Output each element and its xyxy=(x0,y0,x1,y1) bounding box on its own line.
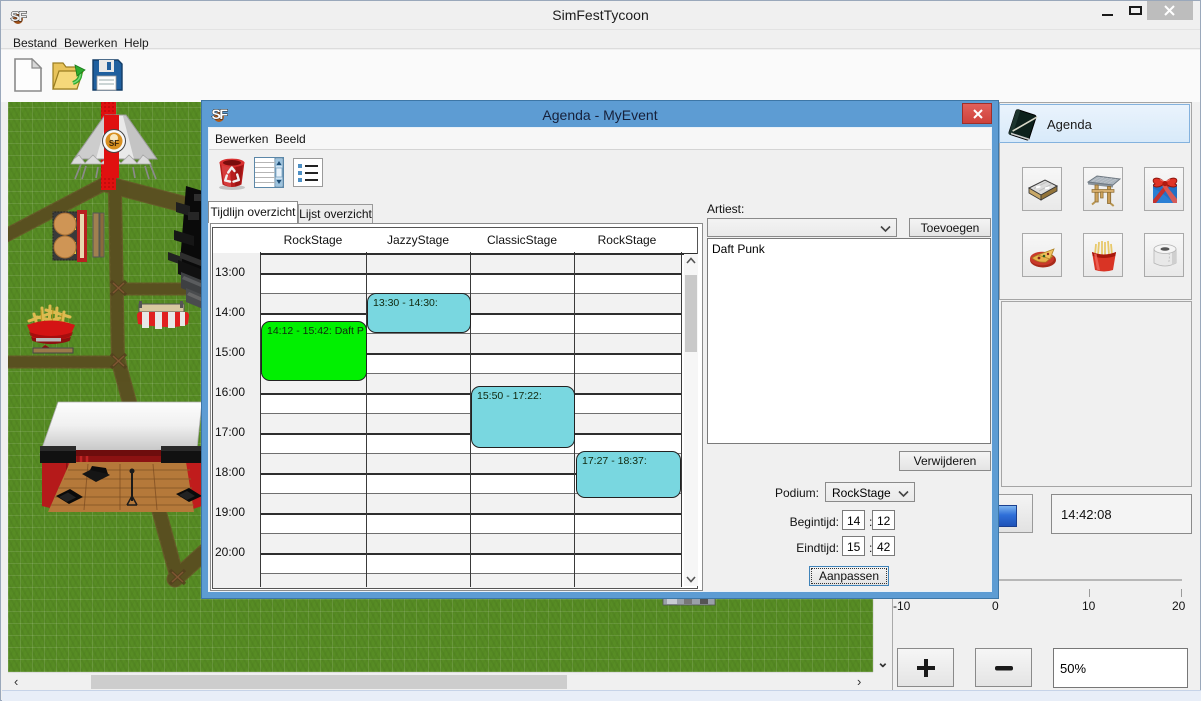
svg-text:SF: SF xyxy=(109,139,119,148)
svg-text:SF: SF xyxy=(11,8,27,24)
svg-text:SF: SF xyxy=(212,106,228,122)
